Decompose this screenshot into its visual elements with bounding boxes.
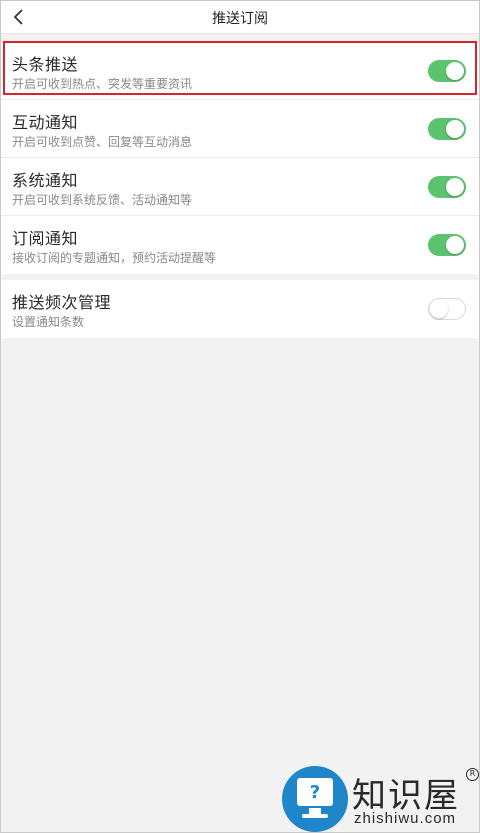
interaction-notice-toggle[interactable] — [428, 118, 466, 140]
setting-row-system-notice: 系统通知 开启可收到系统反馈、活动通知等 — [0, 158, 480, 216]
setting-title: 系统通知 — [12, 171, 79, 190]
notification-settings-list: 头条推送 开启可收到热点、突发等重要资讯 互动通知 开启可收到点赞、回复等互动消… — [0, 42, 480, 274]
setting-subtitle: 设置通知条数 — [12, 315, 85, 329]
setting-subtitle: 开启可收到点赞、回复等互动消息 — [12, 135, 193, 149]
setting-row-subscription-notice: 订阅通知 接收订阅的专题通知，预约活动提醒等 — [0, 216, 480, 274]
setting-title: 推送频次管理 — [12, 293, 112, 312]
subscription-notice-toggle[interactable] — [428, 234, 466, 256]
toggle-knob — [446, 236, 464, 254]
setting-subtitle: 开启可收到系统反馈、活动通知等 — [12, 193, 193, 207]
toggle-knob — [446, 178, 464, 196]
headline-push-toggle[interactable] — [428, 60, 466, 82]
setting-title: 互动通知 — [12, 113, 79, 132]
setting-row-headline-push: 头条推送 开启可收到热点、突发等重要资讯 — [0, 42, 480, 100]
setting-title: 头条推送 — [12, 55, 79, 74]
toggle-knob — [430, 300, 448, 318]
system-notice-toggle[interactable] — [428, 176, 466, 198]
setting-title: 订阅通知 — [12, 229, 79, 248]
watermark-logo: ? — [282, 766, 348, 832]
toggle-knob — [446, 120, 464, 138]
navigation-bar: 推送订阅 — [0, 0, 480, 34]
setting-subtitle: 开启可收到热点、突发等重要资讯 — [12, 77, 193, 91]
monitor-icon: ? — [297, 778, 333, 806]
watermark-domain: zhishiwu.com — [354, 810, 457, 827]
setting-subtitle: 接收订阅的专题通知，预约活动提醒等 — [12, 251, 217, 265]
toggle-knob — [446, 62, 464, 80]
setting-row-interaction-notice: 互动通知 开启可收到点赞、回复等互动消息 — [0, 100, 480, 158]
registered-mark: R — [466, 768, 479, 781]
setting-row-push-frequency: 推送频次管理 设置通知条数 — [0, 280, 480, 338]
page-title: 推送订阅 — [212, 11, 268, 27]
watermark: ? 知识屋 R zhishiwu.com — [282, 766, 480, 833]
push-frequency-toggle[interactable] — [428, 298, 466, 320]
monitor-base — [302, 814, 328, 818]
frequency-settings-list: 推送频次管理 设置通知条数 — [0, 280, 480, 338]
